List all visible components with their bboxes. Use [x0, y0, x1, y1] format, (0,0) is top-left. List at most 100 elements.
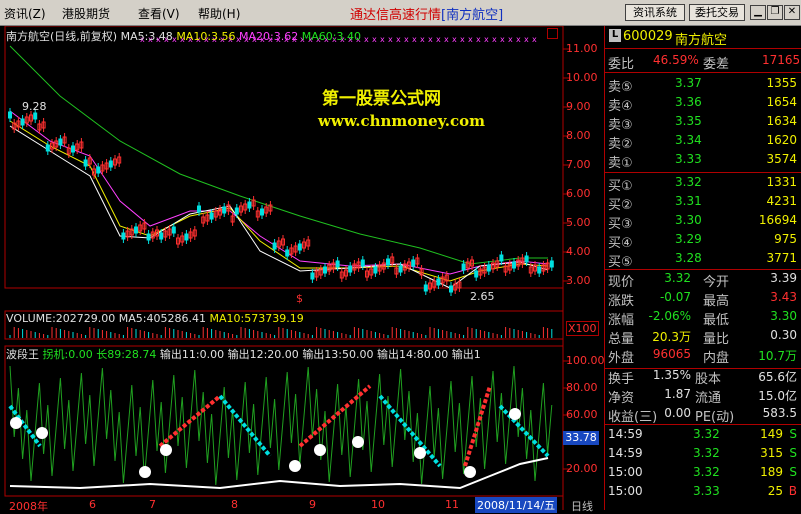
- indicator-name: 波段王: [6, 348, 39, 361]
- ask-volume: 3574: [766, 152, 797, 166]
- stat-label: 流通: [695, 391, 722, 406]
- quote-stat-row: 净资 1.87 流通 15.0亿: [605, 387, 801, 406]
- indicator-p6: 输出14:80.00: [377, 348, 449, 361]
- signal-dot: [160, 444, 172, 456]
- ask-volume: 1634: [766, 114, 797, 128]
- bid-volume: 1331: [766, 175, 797, 189]
- bid-row[interactable]: 买① 3.32 1331: [605, 175, 801, 194]
- stat-value: 1.35%: [652, 368, 691, 382]
- ask-label: 卖⑤: [608, 80, 633, 95]
- bid-row[interactable]: 买③ 3.30 16694: [605, 213, 801, 232]
- svg-text:x: x: [468, 35, 473, 44]
- stat-label: 收益(三): [608, 410, 658, 425]
- tick-row: 15:00 3.33 25 B: [605, 484, 801, 502]
- ma60-line: [9, 45, 548, 265]
- bid-label: 买②: [608, 198, 633, 213]
- stat-label: 股本: [695, 372, 722, 387]
- indicator-tick-label: 100.00: [566, 354, 605, 367]
- stat-value: 15.0亿: [758, 389, 797, 403]
- kline-chart-area[interactable]: xxxxxxxxxxxxxxxxxxxxxxxxxxxxxxxxxxxxxxxx…: [0, 26, 605, 513]
- ask-volume: 1620: [766, 133, 797, 147]
- stat-label: 外盘: [608, 351, 635, 366]
- trade-button[interactable]: 委托交易: [689, 4, 745, 21]
- weicha-value: 17165: [762, 53, 801, 67]
- price-legend: 南方航空(日线,前复权) MA5:3.48 MA10:3.56 MA20:3.6…: [6, 28, 361, 44]
- bid-row[interactable]: 买⑤ 3.28 3771: [605, 251, 801, 270]
- ask-label: 卖③: [608, 118, 633, 133]
- indicator-panel-border: [4, 345, 564, 497]
- bid-volume: 4231: [766, 194, 797, 208]
- tick-volume: 189: [760, 465, 783, 479]
- indicator-legend: 波段王 拐机:0.00 长89:28.74 输出11:0.00 输出12:20.…: [6, 346, 481, 362]
- kline-chart-svg: xxxxxxxxxxxxxxxxxxxxxxxxxxxxxxxxxxxxxxxx…: [4, 26, 570, 510]
- x-label: 2008年: [9, 500, 48, 513]
- svg-text:x: x: [452, 35, 457, 44]
- ask-label: 卖④: [608, 99, 633, 114]
- legend-ma10: MA10:3.56: [176, 30, 236, 43]
- menu-item-help[interactable]: 帮助(H): [198, 5, 240, 22]
- svg-text:x: x: [532, 35, 537, 44]
- restore-icon[interactable]: ❐: [767, 5, 783, 20]
- stat-label: 现价: [608, 275, 635, 290]
- stat-label: 净资: [608, 391, 635, 406]
- bid-label: 买④: [608, 236, 633, 251]
- tick-direction: S: [789, 446, 797, 460]
- tick-direction: B: [788, 484, 797, 498]
- ma10-line: [9, 120, 549, 282]
- ask-row[interactable]: 卖⑤ 3.37 1355: [605, 76, 801, 95]
- bid-row[interactable]: 买② 3.31 4231: [605, 194, 801, 213]
- signal-dot: [464, 466, 476, 478]
- price-tick-label: 11.00: [566, 42, 598, 55]
- volume-legend: VOLUME:202729.00 MA5:405286.41 MA10:5737…: [6, 312, 304, 325]
- svg-text:x: x: [428, 35, 433, 44]
- high-price-label: 9.28: [22, 100, 47, 113]
- watermark-title: 第一股票公式网: [322, 89, 441, 109]
- ask-row[interactable]: 卖② 3.34 1620: [605, 133, 801, 152]
- stat-value: 96065: [652, 347, 691, 361]
- stat-value: 3.43: [770, 290, 797, 304]
- price-tick-label: 6.00: [566, 187, 591, 200]
- svg-text:x: x: [412, 35, 417, 44]
- bid-volume: 3771: [766, 251, 797, 265]
- tick-price: 3.33: [693, 484, 720, 498]
- svg-text:x: x: [476, 35, 481, 44]
- indicator-p5: 输出13:50.00: [302, 348, 374, 361]
- minimize-icon[interactable]: ▁: [750, 5, 766, 20]
- panel-expand-icon[interactable]: [547, 28, 558, 39]
- indicator-current-value: 33.78: [563, 431, 599, 445]
- menu-item-hk-futures[interactable]: 港股期货: [62, 5, 110, 22]
- menu-item-view[interactable]: 查看(V): [138, 5, 180, 22]
- tick-volume: 315: [760, 446, 783, 460]
- menu-bar: 资讯(Z) 港股期货 查看(V) 帮助(H) 通达信高速行情[南方航空] 资讯系…: [0, 0, 801, 26]
- quote-stat-row: 现价 3.32 今开 3.39: [605, 271, 801, 290]
- stat-value: 3.30: [770, 309, 797, 323]
- stat-value: 3.32: [664, 271, 691, 285]
- tick-row: 14:59 3.32 315 S: [605, 446, 801, 464]
- stat-label: 量比: [703, 332, 730, 347]
- signal-dot: [139, 466, 151, 478]
- bid-row[interactable]: 买④ 3.29 975: [605, 232, 801, 251]
- svg-text:x: x: [444, 35, 449, 44]
- svg-text:x: x: [460, 35, 465, 44]
- bid-price: 3.28: [675, 251, 702, 265]
- ask-label: 卖①: [608, 156, 633, 171]
- ask-row[interactable]: 卖① 3.33 3574: [605, 152, 801, 171]
- stat-value: 3.39: [770, 271, 797, 285]
- tick-time: 15:00: [608, 465, 643, 479]
- quote-header: L 600029 南方航空: [605, 29, 801, 48]
- tick-time: 14:59: [608, 446, 643, 460]
- close-icon[interactable]: ✕: [784, 5, 800, 20]
- ask-row[interactable]: 卖③ 3.35 1634: [605, 114, 801, 133]
- stat-value: 0.00: [664, 406, 691, 420]
- svg-text:x: x: [380, 35, 385, 44]
- info-system-button[interactable]: 资讯系统: [625, 4, 685, 21]
- signal-dot: [36, 427, 48, 439]
- indicator-tick-label: 80.00: [566, 381, 598, 394]
- ask-row[interactable]: 卖④ 3.36 1654: [605, 95, 801, 114]
- stat-label: 涨幅: [608, 313, 635, 328]
- level-icon: L: [609, 29, 621, 42]
- stat-label: 涨跌: [608, 294, 635, 309]
- menu-item-info[interactable]: 资讯(Z): [4, 5, 46, 22]
- tick-row: 15:00 3.32 189 S: [605, 465, 801, 483]
- price-tick-label: 8.00: [566, 129, 591, 142]
